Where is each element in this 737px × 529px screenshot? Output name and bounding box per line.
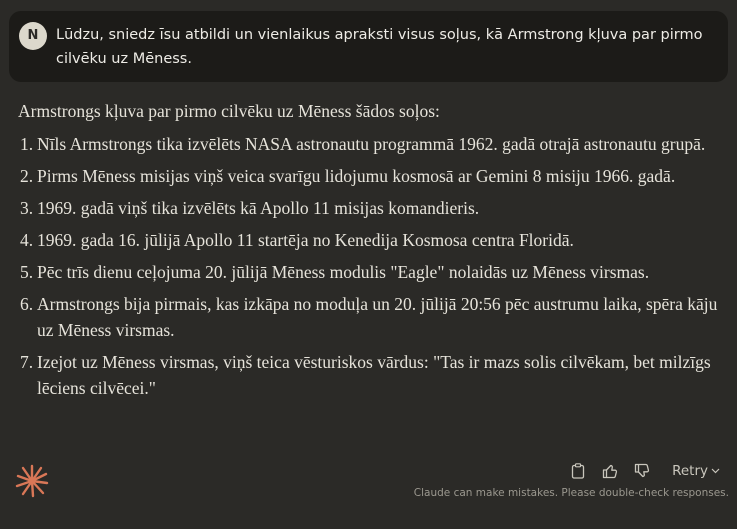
step-number: 3. — [20, 198, 34, 218]
thumbs-up-button[interactable] — [598, 461, 622, 481]
user-message: N Lūdzu, sniedz īsu atbildi un vienlaiku… — [9, 11, 728, 82]
step-text: Pēc trīs dienu ceļojuma 20. jūlijā Mēnes… — [37, 262, 650, 282]
step-number: 1. — [20, 134, 34, 154]
list-item: 3. 1969. gadā viņš tika izvēlēts kā Apoll… — [18, 195, 718, 221]
step-text: Nīls Armstrongs tika izvēlēts NASA astro… — [37, 134, 706, 154]
retry-label: Retry — [672, 463, 708, 479]
reply-intro: Armstrongs kļuva par pirmo cilvēku uz Mē… — [18, 101, 440, 121]
user-message-text: Lūdzu, sniedz īsu atbildi un vienlaikus … — [56, 27, 703, 67]
thumbs-down-icon — [634, 463, 650, 478]
assistant-reply: Armstrongs kļuva par pirmo cilvēku uz Mē… — [18, 98, 718, 407]
message-actions: Retry — [566, 461, 720, 481]
retry-button[interactable]: Retry — [672, 463, 720, 479]
thumbs-up-icon — [602, 464, 618, 479]
list-item: 7. Izejot uz Mēness virsmas, viņš teica v… — [18, 349, 718, 401]
thumbs-down-button[interactable] — [630, 461, 654, 481]
list-item: 2. Pirms Mēness misijas viņš veica svarīg… — [18, 163, 718, 189]
copy-button[interactable] — [566, 461, 590, 481]
list-item: 4. 1969. gada 16. jūlijā Apollo 11 startē… — [18, 227, 718, 253]
chevron-down-icon — [711, 468, 720, 474]
step-text: 1969. gada 16. jūlijā Apollo 11 startēja… — [37, 230, 574, 250]
step-number: 5. — [20, 262, 34, 282]
clipboard-icon — [571, 463, 585, 479]
list-item: 5. Pēc trīs dienu ceļojuma 20. jūlijā Mēn… — [18, 259, 718, 285]
list-item: 1. Nīls Armstrongs tika izvēlēts NASA ast… — [18, 131, 718, 157]
list-item: 6. Armstrongs bija pirmais, kas izkāpa no… — [18, 291, 718, 343]
step-number: 2. — [20, 166, 34, 186]
disclaimer-text: Claude can make mistakes. Please double-… — [413, 487, 729, 499]
step-number: 6. — [20, 294, 34, 314]
step-text: 1969. gadā viņš tika izvēlēts kā Apollo … — [37, 198, 480, 218]
step-text: Pirms Mēness misijas viņš veica svarīgu … — [37, 166, 676, 186]
steps-list: 1. Nīls Armstrongs tika izvēlēts NASA ast… — [18, 131, 718, 401]
step-number: 7. — [20, 352, 34, 372]
step-text: Izejot uz Mēness virsmas, viņš teica vēs… — [37, 352, 711, 398]
step-number: 4. — [20, 230, 34, 250]
step-text: Armstrongs bija pirmais, kas izkāpa no m… — [37, 294, 718, 340]
claude-logo-icon — [15, 464, 49, 498]
user-avatar: N — [19, 22, 47, 50]
